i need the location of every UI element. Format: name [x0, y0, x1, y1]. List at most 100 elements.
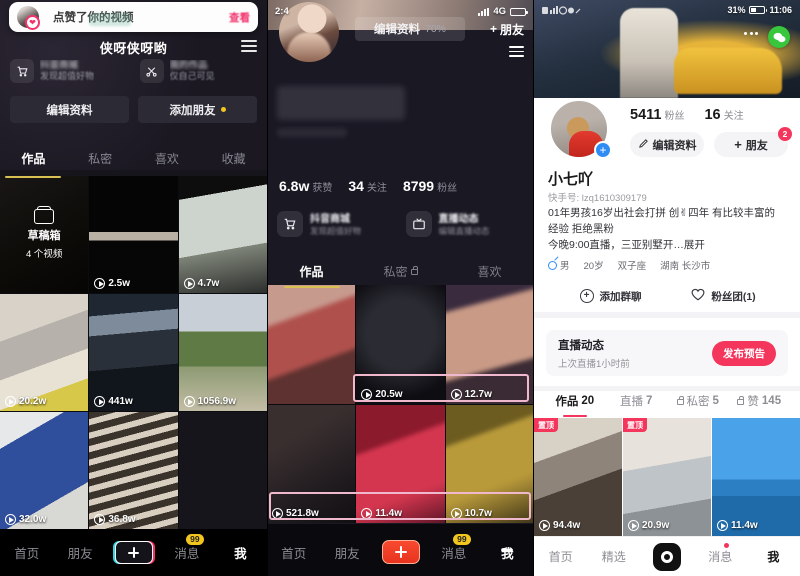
- video-cell[interactable]: 4.7w: [178, 176, 267, 293]
- video-cell[interactable]: 441w: [89, 294, 178, 411]
- video-cell[interactable]: [267, 285, 356, 404]
- shopping-cart-icon: [10, 59, 34, 83]
- nav-friends[interactable]: 朋友: [320, 543, 373, 562]
- stat-followers[interactable]: 8799 粉丝: [403, 178, 457, 196]
- tab-works[interactable]: 作品: [267, 258, 356, 284]
- add-group-chat-button[interactable]: + 添加群聊: [554, 288, 667, 304]
- draft-box-icon: [34, 206, 55, 224]
- shortcut-title: 抖音商城: [310, 214, 350, 225]
- play-icon: [94, 278, 106, 289]
- nav-friends[interactable]: 朋友: [53, 543, 106, 562]
- profile-bio[interactable]: 01年男孩16岁出社会打拼 创✌四年 有比较丰富的 经验 拒绝黑粉 今晚9:00…: [548, 206, 788, 253]
- edit-profile-button[interactable]: 编辑资料: [10, 96, 129, 123]
- tab-favorites[interactable]: 收藏: [200, 147, 267, 173]
- tab-private[interactable]: 私密: [356, 258, 445, 284]
- wechat-icon[interactable]: [768, 26, 790, 48]
- panel-douyin-profile-b: 2:4 4G 编辑资料 70% + 朋友 6.8w 获赞 34 关注 8799 …: [267, 0, 534, 576]
- shopping-cart-icon: [277, 210, 303, 237]
- shortcut-live-dynamic[interactable]: 直播动态 编辑直播动态: [405, 210, 525, 237]
- shortcut-douyin-mall[interactable]: 抖音商城 发现超值好物: [8, 55, 130, 87]
- video-cell[interactable]: 11.4w: [712, 418, 800, 536]
- play-icon: [539, 520, 550, 531]
- shortcut-my-works[interactable]: 我的作品 仅自己可见: [138, 55, 260, 87]
- status-bar: 31% 11:06: [542, 5, 792, 15]
- tab-private[interactable]: 私密 5: [667, 393, 729, 409]
- nav-home[interactable]: 首页: [0, 543, 53, 562]
- video-cell[interactable]: 32.0w: [0, 412, 89, 529]
- profile-user-id[interactable]: 快手号: lzq1610309179: [548, 190, 647, 204]
- notification-text: 点赞了你的视频: [53, 9, 134, 25]
- nav-messages[interactable]: 消息 99: [160, 534, 213, 562]
- tab-likes[interactable]: 喜欢: [445, 258, 534, 284]
- nav-home[interactable]: 首页: [267, 543, 320, 562]
- video-grid: 置顶 94.4w 置顶 20.9w 11.4w: [534, 418, 800, 536]
- video-cell[interactable]: 1056.9w: [178, 294, 267, 411]
- stat-followers[interactable]: 5411 粉丝: [630, 106, 684, 124]
- more-dots-icon[interactable]: [744, 32, 758, 35]
- video-cell[interactable]: 36.8w: [89, 412, 178, 529]
- video-cell[interactable]: 20.5w: [356, 285, 445, 404]
- video-view-count: 20.5w: [361, 388, 403, 400]
- tab-liked[interactable]: 赞 145: [729, 393, 791, 409]
- message-badge: 99: [453, 533, 471, 545]
- video-cell[interactable]: 10.7w: [445, 404, 534, 523]
- tab-works[interactable]: 作品: [0, 147, 67, 173]
- stat-likes[interactable]: 6.8w 获赞: [279, 178, 332, 196]
- video-cell[interactable]: 11.4w: [356, 404, 445, 523]
- live-dynamic-card[interactable]: 直播动态 上次直播1小时前 发布预告: [546, 330, 788, 376]
- nav-create-button[interactable]: [107, 541, 160, 564]
- stat-following[interactable]: 16 关注: [704, 106, 743, 124]
- hamburger-menu-icon[interactable]: [509, 46, 524, 60]
- like-notification-toast[interactable]: ❤ 点赞了你的视频 查看: [9, 2, 258, 32]
- play-icon: [94, 396, 106, 407]
- nav-me[interactable]: 我: [214, 543, 267, 562]
- notification-view-button[interactable]: 查看: [229, 10, 250, 25]
- hamburger-menu-icon[interactable]: [241, 40, 257, 55]
- play-icon: [628, 520, 639, 531]
- edit-profile-button[interactable]: 编辑资料: [630, 132, 704, 157]
- active-indicator: [501, 548, 514, 551]
- profile-action-buttons: 编辑资料 + 朋友 2: [630, 127, 792, 157]
- video-view-count: 1056.9w: [183, 396, 236, 407]
- nav-messages[interactable]: 消息: [694, 543, 747, 565]
- shortcut-subtitle: 编辑直播动态: [438, 226, 490, 236]
- nav-camera-button[interactable]: [640, 542, 693, 571]
- video-cell[interactable]: 2.5w: [89, 176, 178, 293]
- tab-private[interactable]: 私密: [67, 147, 134, 173]
- add-friend-button[interactable]: + 朋友: [490, 17, 524, 41]
- camera-icon: [653, 542, 681, 571]
- video-cell-draft[interactable]: 草稿箱 4 个视频: [0, 176, 89, 293]
- add-avatar-plus-icon[interactable]: +: [594, 141, 612, 159]
- screenshot-stage: ❤ 点赞了你的视频 查看 侠呀侠呀哟 抖音商城 发现超值好物 我的作品 仅自己可…: [0, 0, 800, 576]
- video-cell[interactable]: 12.7w: [445, 285, 534, 404]
- nav-me[interactable]: 我: [481, 543, 534, 562]
- nav-messages[interactable]: 消息 99: [427, 533, 480, 562]
- video-grid: 草稿箱 4 个视频 2.5w 4.7w 20.2w 441w 1056.9w 3…: [0, 176, 267, 529]
- nav-home[interactable]: 首页: [534, 548, 587, 565]
- video-view-count: 20.2w: [5, 396, 46, 407]
- video-cell[interactable]: 置顶 94.4w: [534, 418, 622, 536]
- fan-club-button[interactable]: 粉丝团(1): [667, 288, 780, 304]
- nav-create-button[interactable]: [374, 540, 427, 564]
- video-cell[interactable]: 521.8w: [267, 404, 356, 523]
- nav-me[interactable]: 我: [747, 548, 800, 565]
- add-friend-button[interactable]: 添加朋友: [138, 96, 257, 123]
- tab-live[interactable]: 直播 7: [606, 393, 668, 409]
- stat-following[interactable]: 34 关注: [348, 178, 387, 196]
- pinned-badge: 置顶: [623, 418, 647, 432]
- video-cell-empty: [178, 412, 267, 529]
- video-cell[interactable]: 20.2w: [0, 294, 89, 411]
- nav-featured[interactable]: 精选: [587, 548, 640, 565]
- shortcut-douyin-mall[interactable]: 抖音商城 发现超值好物: [277, 210, 396, 237]
- tab-likes[interactable]: 喜欢: [134, 147, 201, 173]
- shortcut-title: 直播动态: [438, 214, 479, 225]
- edit-profile-button[interactable]: 编辑资料 70%: [355, 17, 465, 41]
- tab-works[interactable]: 作品 20: [544, 393, 606, 409]
- video-cell[interactable]: 置顶 20.9w: [623, 418, 711, 536]
- publish-preview-button[interactable]: 发布预告: [712, 340, 776, 366]
- page-title: 侠呀侠呀哟: [99, 41, 168, 56]
- battery-icon: [510, 7, 528, 16]
- panel-kuaishou-profile: 31% 11:06 + 5411 粉丝 16 关注 编辑资料 + 朋友 2 小七…: [534, 0, 800, 576]
- pinned-badge: 置顶: [534, 418, 558, 432]
- add-friend-button[interactable]: + 朋友 2: [714, 127, 792, 157]
